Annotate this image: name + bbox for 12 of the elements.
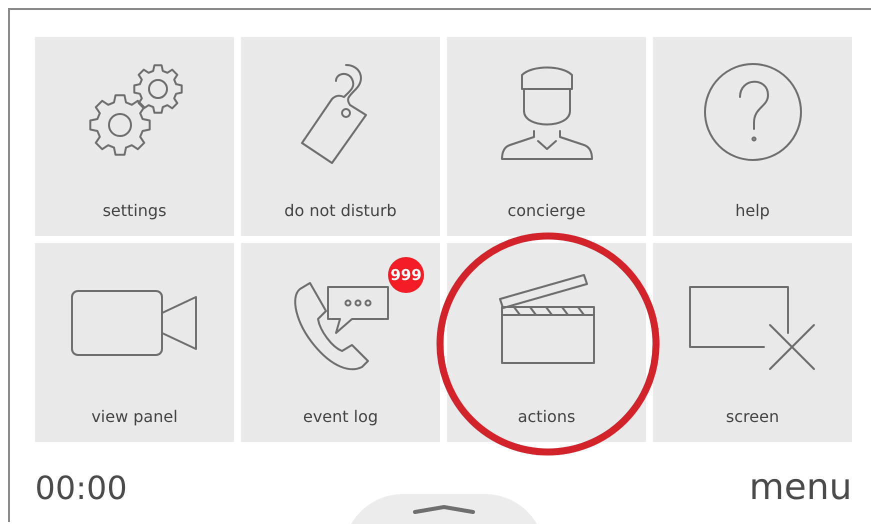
tile-button[interactable]: concierge xyxy=(447,37,646,236)
tile-button[interactable]: help xyxy=(653,37,852,236)
count-badge: 999 xyxy=(388,257,424,293)
tile-button[interactable]: event log 999 xyxy=(241,243,440,442)
clock-time: 00:00 xyxy=(35,468,128,506)
tile-button[interactable]: do not disturb xyxy=(241,37,440,236)
chevron-up-icon xyxy=(413,504,475,514)
tile-button[interactable]: settings xyxy=(35,37,234,236)
tile-button[interactable]: actions xyxy=(447,243,646,442)
menu-link[interactable]: menu xyxy=(749,467,852,508)
tile-button[interactable]: view panel xyxy=(35,243,234,442)
tile-button[interactable]: screen xyxy=(653,243,852,442)
